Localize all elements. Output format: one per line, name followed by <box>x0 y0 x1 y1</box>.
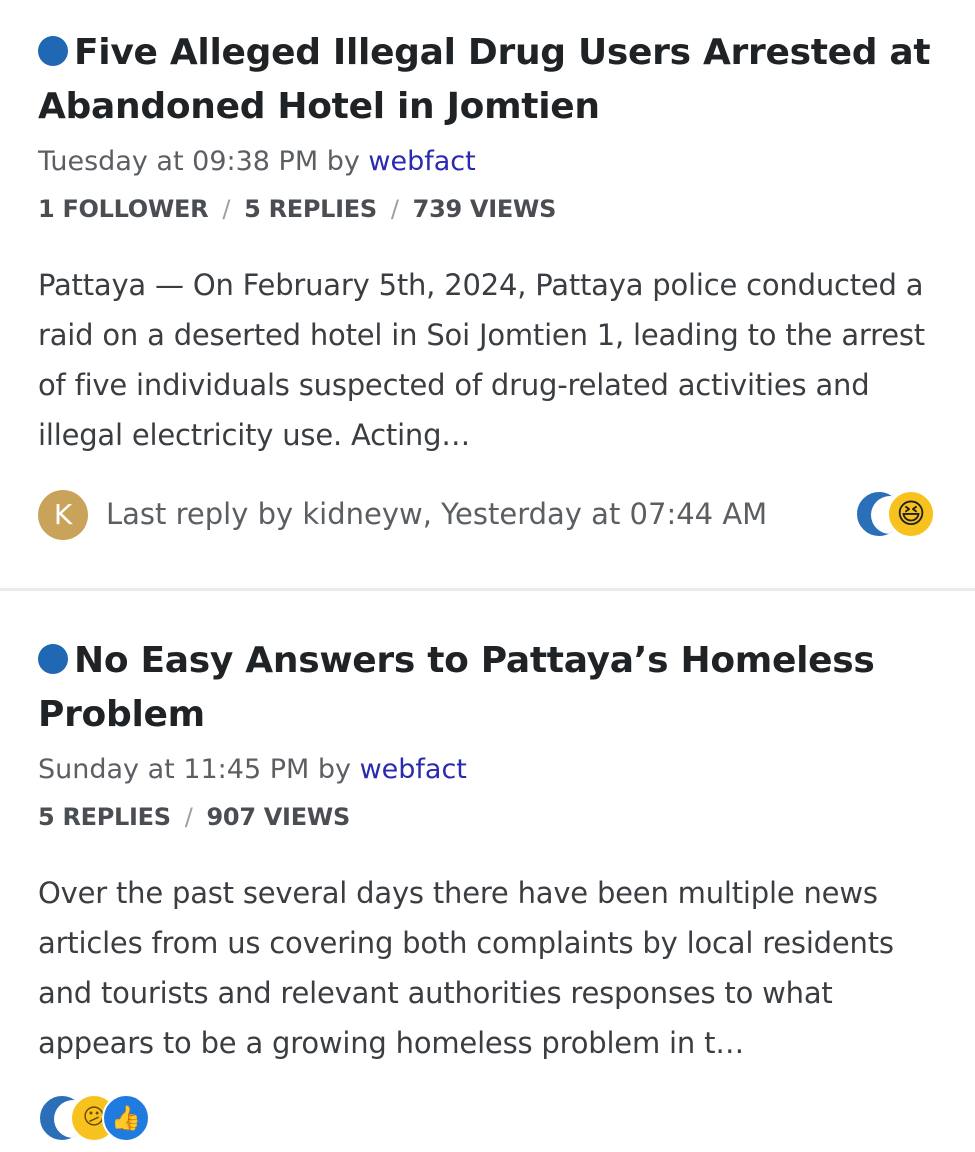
laugh-icon: 😆 <box>887 490 935 538</box>
topic-date: Tuesday at 09:38 PM by <box>38 146 369 177</box>
unread-dot-icon <box>38 36 68 66</box>
topic-stats: 1 FOLLOWER / 5 REPLIES / 739 VIEWS <box>38 192 945 226</box>
stats-separator: / <box>390 195 399 223</box>
replies-count: 5 REPLIES <box>38 803 171 831</box>
author-link[interactable]: webfact <box>360 754 467 785</box>
topic-title-link[interactable]: No Easy Answers to Pattaya’s Homeless Pr… <box>38 634 945 742</box>
topic-title[interactable]: No Easy Answers to Pattaya’s Homeless Pr… <box>38 640 875 735</box>
topic-title[interactable]: Five Alleged Illegal Drug Users Arrested… <box>38 32 931 127</box>
topic-excerpt[interactable]: Pattaya — On February 5th, 2024, Pattaya… <box>38 260 945 460</box>
topic-meta: Sunday at 11:45 PM by webfact <box>38 752 945 788</box>
topic-title-link[interactable]: Five Alleged Illegal Drug Users Arrested… <box>38 26 945 134</box>
views-count: 907 VIEWS <box>206 803 351 831</box>
topic-divider <box>0 588 975 591</box>
last-reply-text[interactable]: Last reply by kidneyw, Yesterday at 07:4… <box>106 494 767 534</box>
avatar[interactable]: K <box>38 490 88 540</box>
like-icon: 👍 <box>102 1094 150 1142</box>
last-reply-row: K Last reply by kidneyw, Yesterday at 07… <box>38 488 945 544</box>
unread-dot-icon <box>38 644 68 674</box>
stats-separator: / <box>222 195 231 223</box>
replies-count: 5 REPLIES <box>244 195 377 223</box>
followers-count: 1 FOLLOWER <box>38 195 209 223</box>
topic-excerpt[interactable]: Over the past several days there have be… <box>38 868 945 1068</box>
topic-date: Sunday at 11:45 PM by <box>38 754 360 785</box>
stats-separator: / <box>184 803 193 831</box>
reactions-summary[interactable]: 😆 <box>855 490 937 542</box>
topic-card: Five Alleged Illegal Drug Users Arrested… <box>38 26 945 544</box>
reactions-summary[interactable]: 😕 👍 <box>38 1094 158 1146</box>
topic-stats: 5 REPLIES / 907 VIEWS <box>38 800 945 834</box>
topic-meta: Tuesday at 09:38 PM by webfact <box>38 144 945 180</box>
topic-card: No Easy Answers to Pattaya’s Homeless Pr… <box>38 634 945 1146</box>
author-link[interactable]: webfact <box>368 146 475 177</box>
views-count: 739 VIEWS <box>412 195 557 223</box>
